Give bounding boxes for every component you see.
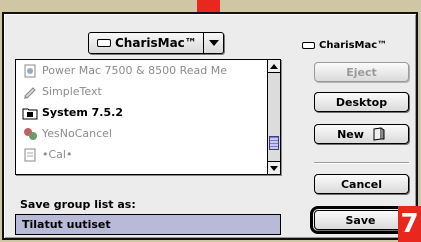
scroll-up-arrow-icon[interactable]: [268, 60, 280, 73]
volume-popup-menu[interactable]: CharisMac™: [88, 32, 224, 54]
chevron-down-icon[interactable]: [203, 33, 223, 53]
current-volume-label: CharisMac™: [319, 40, 388, 51]
hard-drive-icon: [302, 42, 315, 49]
new-button-label: New: [337, 127, 364, 141]
scroll-thumb[interactable]: [269, 136, 279, 150]
top-red-marker: [197, 0, 220, 12]
current-volume: CharisMac™: [302, 40, 387, 51]
button-divider: [314, 162, 409, 164]
step-badge-number: 7: [400, 209, 419, 239]
system-folder-icon: [22, 108, 38, 119]
step-badge: 7: [398, 206, 421, 242]
cancel-button[interactable]: Cancel: [314, 174, 409, 194]
file-name: YesNoCancel: [42, 127, 112, 140]
hard-drive-icon: [97, 39, 111, 47]
app-icon: [24, 127, 37, 140]
scroll-down-arrow-icon[interactable]: [268, 161, 280, 174]
desktop-button[interactable]: Desktop: [314, 92, 409, 112]
list-item[interactable]: •Cal•: [16, 144, 280, 165]
file-name: Power Mac 7500 & 8500 Read Me: [42, 64, 227, 77]
list-item[interactable]: System 7.5.2: [16, 102, 280, 123]
save-button-label: Save: [345, 213, 376, 227]
eject-button[interactable]: Eject: [314, 62, 409, 82]
file-name: System 7.5.2: [42, 106, 123, 119]
file-list[interactable]: Power Mac 7500 & 8500 Read Me SimpleText…: [15, 59, 281, 175]
cancel-button-label: Cancel: [340, 177, 383, 191]
save-button[interactable]: Save: [310, 206, 411, 234]
file-name: •Cal•: [42, 148, 73, 161]
simpletext-app-icon: [24, 86, 36, 99]
list-item[interactable]: YesNoCancel: [16, 123, 280, 144]
new-folder-icon: [373, 127, 385, 141]
document-icon: [24, 64, 36, 77]
desktop-button-label: Desktop: [335, 95, 388, 109]
list-item[interactable]: SimpleText: [16, 81, 280, 102]
filename-input[interactable]: Tilatut uutiset: [15, 214, 281, 235]
list-item[interactable]: Power Mac 7500 & 8500 Read Me: [16, 60, 280, 81]
document-icon: [24, 148, 36, 161]
new-folder-button[interactable]: New: [314, 124, 409, 144]
eject-button-label: Eject: [346, 65, 377, 79]
file-list-scrollbar[interactable]: [267, 60, 280, 174]
filename-input-value: Tilatut uutiset: [22, 218, 111, 231]
save-dialog: CharisMac™ CharisMac™ Power Mac 7500 & 8…: [2, 12, 418, 240]
volume-popup-label: CharisMac™: [115, 36, 197, 50]
save-prompt-label: Save group list as:: [20, 198, 136, 211]
file-name: SimpleText: [42, 85, 102, 98]
